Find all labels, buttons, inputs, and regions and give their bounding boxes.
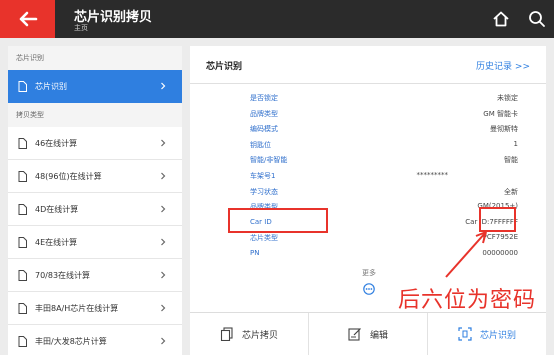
document-icon [18, 81, 27, 92]
sidebar-item-toyota-8a[interactable]: 丰田8A/H芯片在线计算 [8, 292, 182, 325]
sidebar-item-toyota-daihatsu[interactable]: 丰田/大发8芯片计算 [8, 325, 182, 355]
info-value: 智能 [504, 156, 518, 165]
annotation-arrow-icon [445, 231, 487, 278]
sidebar: 芯片识别 芯片识别 拷贝类型 46在线计算 48(96位)在线计算 4D在线计算… [8, 46, 182, 355]
chevron-right-icon [161, 139, 166, 147]
info-key: 芯片类型 [250, 234, 278, 243]
top-bar: 芯片识别拷贝 主页 [0, 0, 554, 38]
sidebar-item-label: 丰田8A/H芯片在线计算 [35, 303, 119, 313]
history-link[interactable]: 历史记录 >> [476, 59, 530, 72]
info-value: 曼彻斯特 [490, 125, 518, 134]
back-button[interactable] [0, 0, 55, 38]
info-key: 品牌类型 [250, 109, 278, 118]
chip-copy-label: 芯片拷贝 [241, 330, 278, 341]
info-row: 是否锁定 未锁定 [250, 90, 518, 106]
sidebar-item-label: 4D在线计算 [35, 204, 79, 214]
sidebar-item-48[interactable]: 48(96位)在线计算 [8, 160, 182, 193]
chevron-right-icon [161, 271, 166, 279]
info-value: GM 智能卡 [483, 109, 518, 118]
scan-icon [458, 327, 472, 341]
chevron-right-icon [161, 304, 166, 312]
sidebar-item-4e[interactable]: 4E在线计算 [8, 226, 182, 259]
car-id-highlight-box [228, 208, 328, 233]
info-row: 学习状态 全新 [250, 184, 518, 200]
document-icon [18, 236, 27, 248]
bottom-toolbar: 芯片拷贝 编辑 芯片识别 [190, 312, 546, 355]
sidebar-item-label: 48(96位)在线计算 [35, 171, 102, 181]
sidebar-item-4d[interactable]: 4D在线计算 [8, 193, 182, 226]
sidebar-item-label: 70/83在线计算 [35, 270, 91, 280]
chevron-right-icon [161, 205, 166, 213]
document-icon [18, 137, 27, 149]
chevron-right-icon [161, 337, 166, 345]
sidebar-item-label: 芯片识别 [35, 82, 67, 91]
copy-icon [220, 327, 233, 341]
info-key: 车架号1 [250, 171, 276, 180]
sidebar-section-copy-type: 拷贝类型 [8, 103, 182, 127]
annotation-text: 后六位为密码 [398, 288, 537, 313]
panel-title: 芯片识别 [206, 62, 243, 72]
sidebar-item-70-83[interactable]: 70/83在线计算 [8, 259, 182, 292]
info-key: 钥匙位 [250, 140, 271, 149]
sidebar-item-label: 丰田/大发8芯片计算 [35, 336, 107, 346]
info-key: 是否锁定 [250, 94, 278, 102]
more-label: 更多 [362, 269, 376, 277]
info-value: 全新 [504, 187, 518, 196]
chevron-right-icon [161, 82, 166, 90]
search-icon[interactable] [527, 9, 547, 29]
info-row: 钥匙位 1 [250, 137, 518, 153]
document-icon [18, 269, 27, 281]
info-key: 编码模式 [250, 125, 278, 134]
sidebar-item-chip-identify[interactable]: 芯片识别 [8, 70, 182, 103]
document-icon [18, 170, 27, 182]
sidebar-section-chip-identify: 芯片识别 [8, 46, 182, 70]
info-key: 学习状态 [250, 187, 278, 196]
info-value: 未锁定 [497, 94, 518, 102]
document-icon [18, 302, 27, 314]
info-row: 智能/非智能 智能 [250, 152, 518, 168]
info-row: 编码模式 曼彻斯特 [250, 121, 518, 137]
breadcrumb[interactable]: 主页 [74, 23, 88, 33]
chip-identify-label: 芯片识别 [479, 330, 516, 341]
document-icon [18, 203, 27, 215]
info-row: 品牌类型 GM 智能卡 [250, 106, 518, 122]
info-row: 车架号1 ********* [250, 168, 518, 184]
sidebar-item-label: 46在线计算 [35, 138, 78, 148]
panel-header: 芯片识别 历史记录 >> [190, 46, 546, 84]
info-key: PN [250, 248, 260, 257]
edit-button[interactable]: 编辑 [309, 313, 428, 355]
document-icon [18, 335, 27, 347]
edit-label: 编辑 [369, 330, 388, 341]
chip-copy-button[interactable]: 芯片拷贝 [190, 313, 309, 355]
sidebar-item-46[interactable]: 46在线计算 [8, 127, 182, 160]
edit-icon [348, 328, 361, 341]
info-value: 1 [513, 139, 518, 148]
chevron-right-icon [161, 238, 166, 246]
arrow-left-icon [19, 11, 37, 27]
more-dots-icon[interactable] [363, 283, 375, 295]
info-key: 智能/非智能 [250, 156, 288, 165]
chip-identify-button[interactable]: 芯片识别 [428, 313, 546, 355]
info-value: ********* [416, 170, 449, 179]
chevron-right-icon [161, 172, 166, 180]
sidebar-item-label: 4E在线计算 [35, 237, 78, 247]
home-icon[interactable] [491, 9, 511, 29]
